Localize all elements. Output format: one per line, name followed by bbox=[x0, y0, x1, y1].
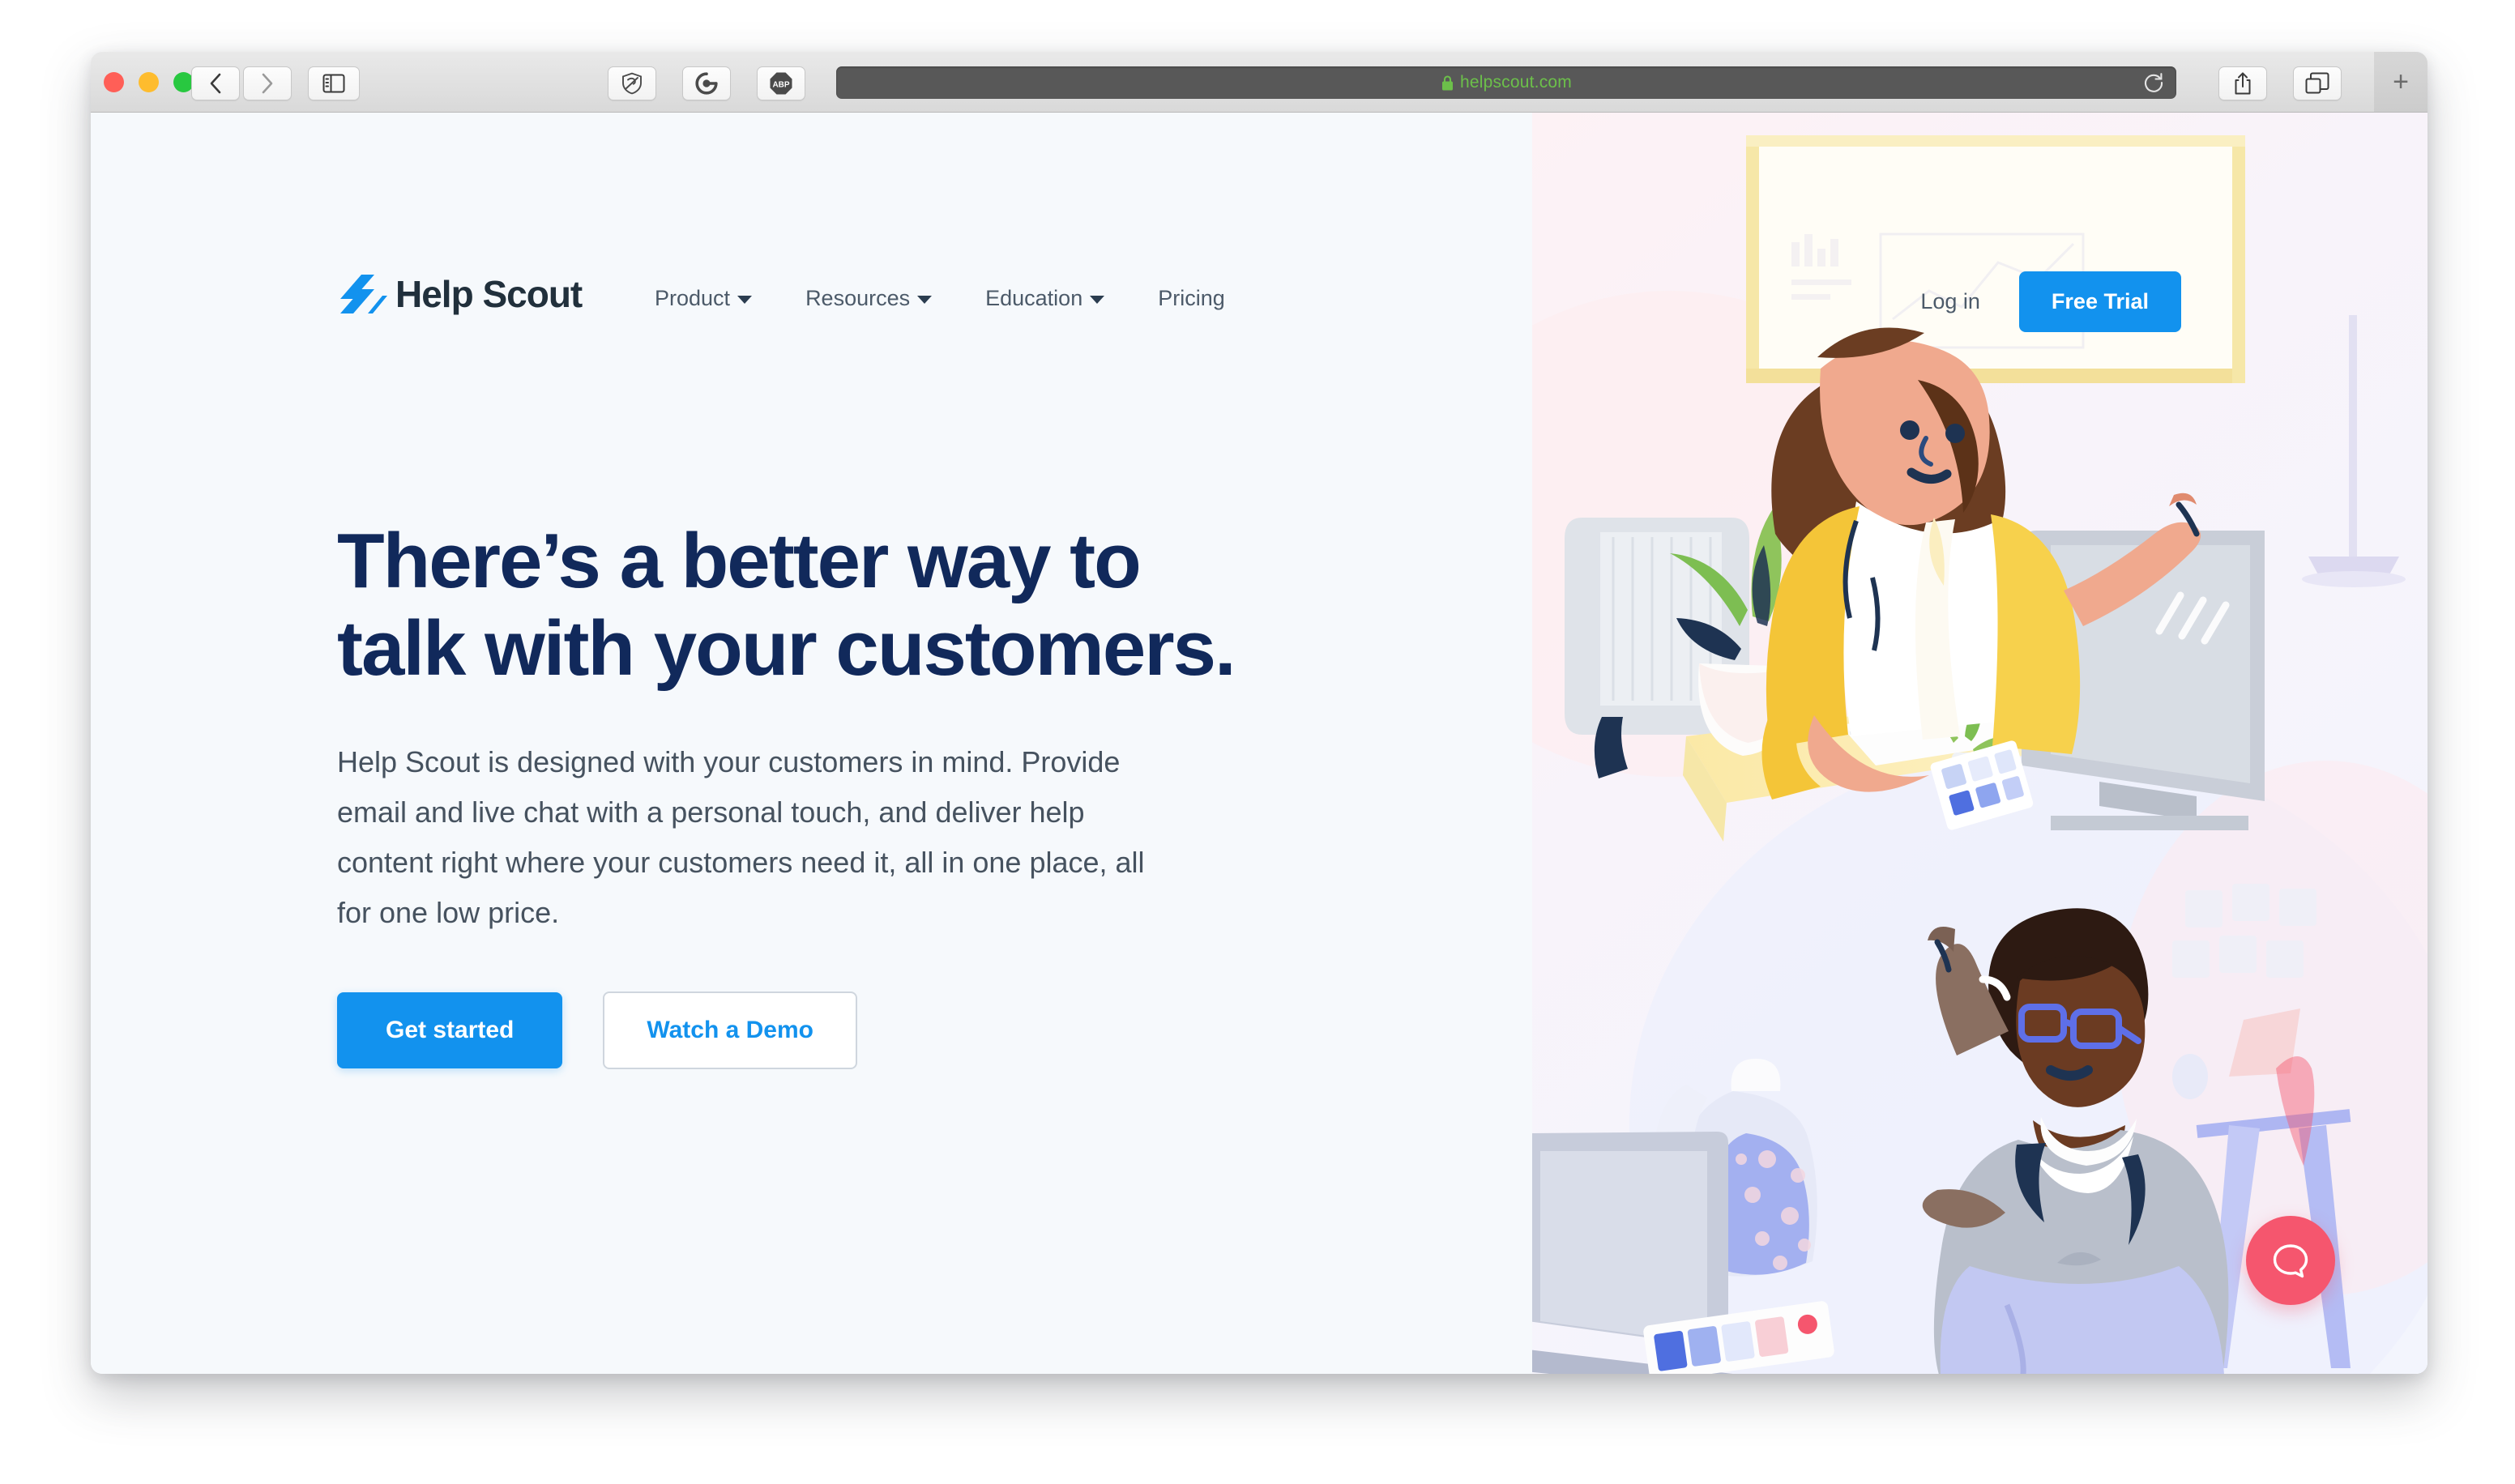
help-scout-logo[interactable]: Help Scout bbox=[337, 271, 583, 317]
webpage-content: Help Scout Product Resources Education P… bbox=[91, 113, 2427, 1374]
shield-icon bbox=[622, 72, 642, 95]
help-scout-logo-icon bbox=[340, 275, 387, 313]
nav-item-product-label: Product bbox=[655, 286, 731, 310]
page-title: There’s a better way to talk with your c… bbox=[337, 518, 1236, 692]
share-icon bbox=[2235, 72, 2251, 95]
nav-actions: Log in Free Trial bbox=[1920, 271, 2181, 332]
reload-button[interactable] bbox=[2142, 71, 2165, 94]
hero-subcopy: Help Scout is designed with your custome… bbox=[337, 745, 1145, 929]
chat-bubble-icon bbox=[2273, 1244, 2308, 1278]
site-navigation: Help Scout Product Resources Education P… bbox=[91, 113, 2427, 332]
close-window-button[interactable] bbox=[104, 72, 124, 92]
hero-cta-row: Get started Watch a Demo bbox=[337, 991, 1245, 1069]
nav-item-education-label: Education bbox=[985, 286, 1083, 310]
sidebar-button[interactable] bbox=[308, 66, 360, 100]
chevron-left-icon bbox=[210, 73, 221, 94]
login-link[interactable]: Log in bbox=[1920, 289, 1980, 314]
nav-item-resources[interactable]: Resources bbox=[805, 286, 933, 311]
adblock-plus-icon: ABP bbox=[770, 72, 792, 95]
privacy-badger-extension-button[interactable] bbox=[608, 66, 656, 100]
tab-overview-button[interactable] bbox=[2293, 66, 2342, 100]
get-started-button[interactable]: Get started bbox=[337, 991, 563, 1068]
back-button[interactable] bbox=[191, 66, 240, 100]
svg-text:ABP: ABP bbox=[772, 81, 789, 90]
free-trial-button[interactable]: Free Trial bbox=[2018, 271, 2181, 332]
nav-item-resources-label: Resources bbox=[805, 286, 911, 310]
chevron-down-icon bbox=[1090, 296, 1105, 304]
sidebar-icon bbox=[322, 74, 345, 93]
forward-button[interactable] bbox=[243, 66, 292, 100]
new-tab-button[interactable]: + bbox=[2374, 52, 2427, 112]
minimize-window-button[interactable] bbox=[139, 72, 159, 92]
chevron-right-icon bbox=[262, 73, 273, 94]
address-bar[interactable]: helpscout.com bbox=[836, 66, 2176, 99]
grammarly-icon bbox=[695, 72, 718, 95]
chevron-down-icon bbox=[737, 296, 753, 304]
new-tab-label: + bbox=[2393, 66, 2409, 97]
browser-window: ABP helpscout.com + Help Scout Product R… bbox=[91, 52, 2427, 1374]
tab-overview-icon bbox=[2305, 72, 2329, 94]
share-button[interactable] bbox=[2218, 66, 2267, 100]
browser-toolbar: ABP helpscout.com + bbox=[91, 52, 2427, 113]
nav-item-education[interactable]: Education bbox=[985, 286, 1105, 311]
watch-demo-button[interactable]: Watch a Demo bbox=[603, 991, 857, 1069]
help-scout-wordmark: Help Scout bbox=[395, 273, 583, 315]
address-bar-url: helpscout.com bbox=[1459, 73, 1572, 92]
hero-section: There’s a better way to talk with your c… bbox=[337, 518, 1245, 1069]
chat-beacon-button[interactable] bbox=[2246, 1216, 2335, 1305]
lock-icon bbox=[1441, 75, 1453, 90]
window-traffic-lights bbox=[104, 72, 194, 92]
address-bar-content: helpscout.com bbox=[1441, 73, 1572, 92]
nav-item-product[interactable]: Product bbox=[655, 286, 753, 311]
main-nav-links: Product Resources Education Pricing bbox=[655, 286, 1225, 311]
reload-icon bbox=[2145, 73, 2163, 92]
grammarly-extension-button[interactable] bbox=[682, 66, 731, 100]
chevron-down-icon bbox=[917, 296, 933, 304]
nav-item-pricing-label: Pricing bbox=[1158, 286, 1225, 310]
adblock-plus-extension-button[interactable]: ABP bbox=[757, 66, 805, 100]
nav-item-pricing[interactable]: Pricing bbox=[1158, 286, 1225, 311]
